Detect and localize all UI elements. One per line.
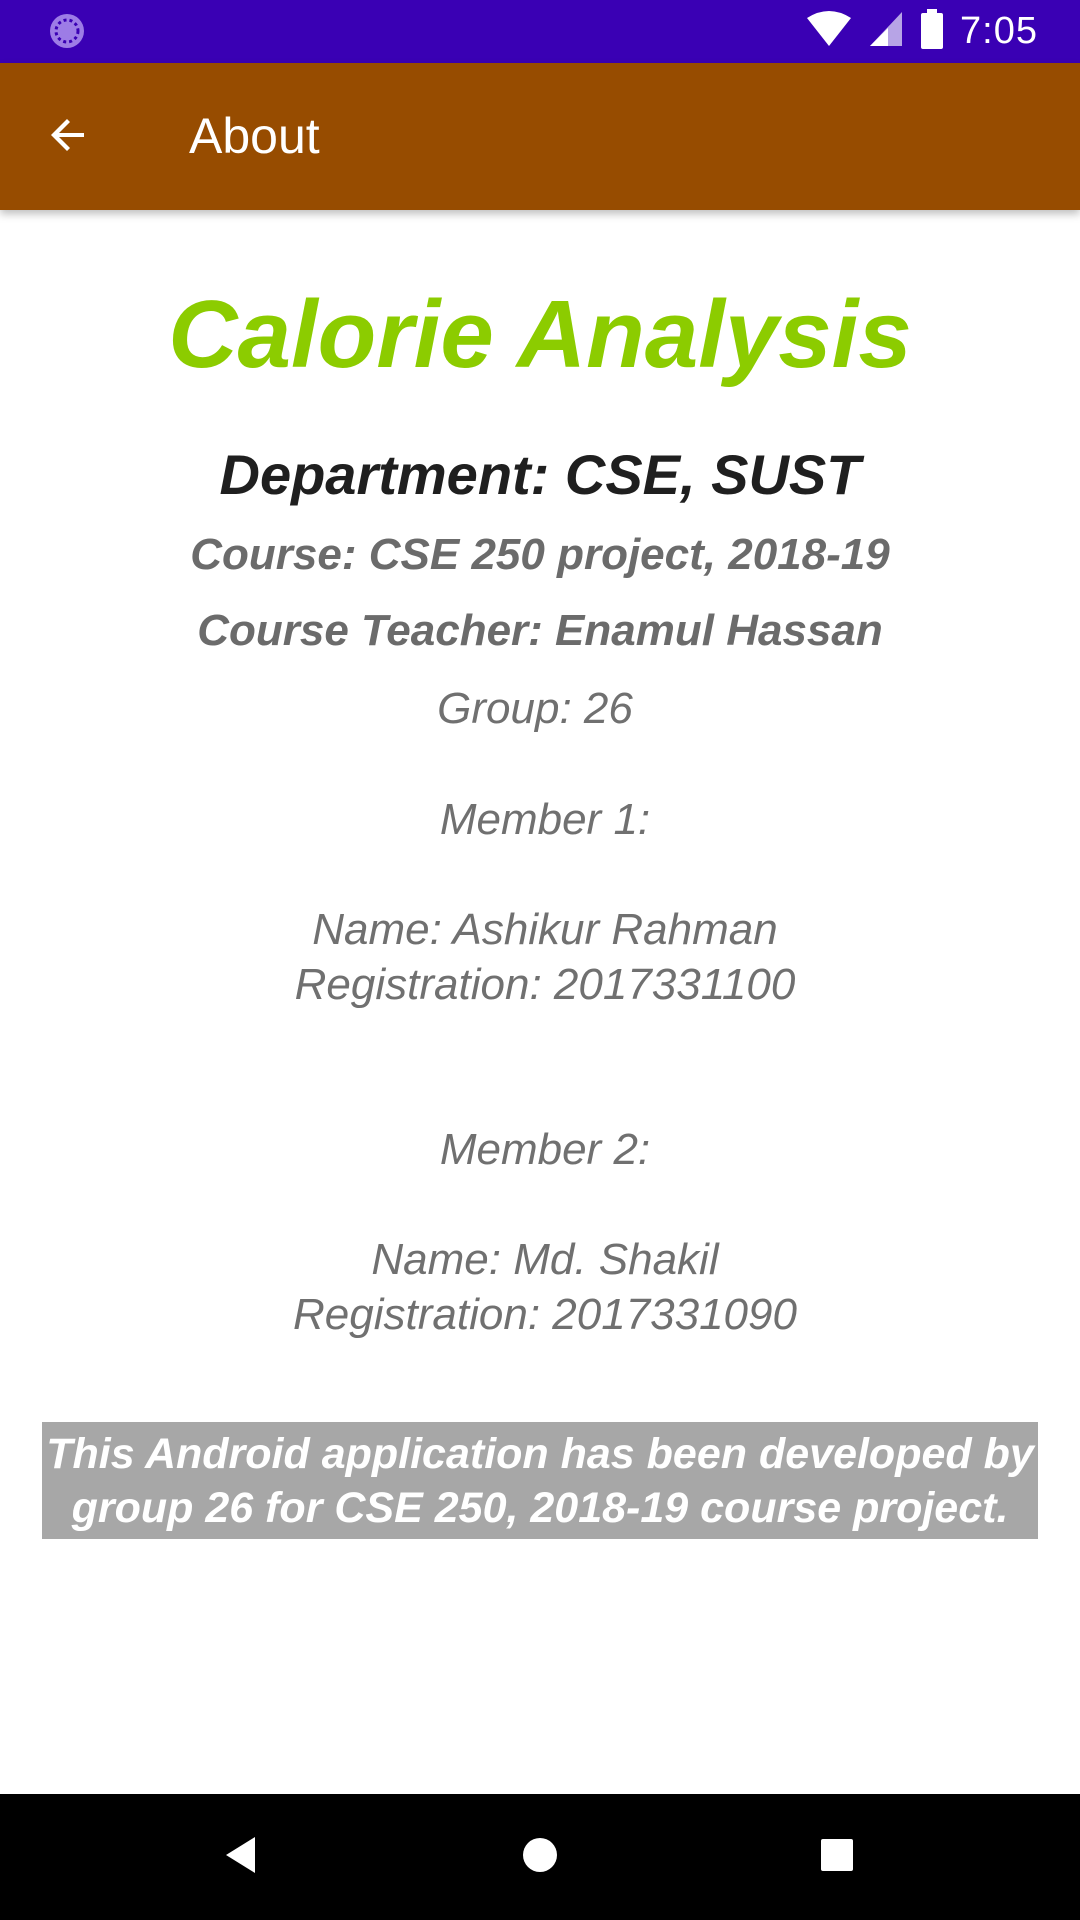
member-2-name: Name: Md. Shakil: [371, 1235, 719, 1284]
project-note: This Android application has been develo…: [42, 1422, 1038, 1539]
about-content: Calorie Analysis Department: CSE, SUST C…: [0, 210, 1080, 1794]
course-text: Course: CSE 250 project, 2018-19: [190, 530, 890, 579]
about-screen: 7:05 About Calorie Analysis Department: …: [0, 0, 1080, 1920]
signal-icon: [868, 10, 904, 53]
project-note-line-2: group 26 for CSE 250, 2018-19 course pro…: [71, 1483, 1009, 1532]
home-circle-icon: [521, 1836, 559, 1879]
status-time: 7:05: [960, 10, 1038, 52]
status-bar: 7:05: [0, 0, 1080, 63]
app-bar: About: [0, 63, 1080, 210]
member-2-registration: Registration: 2017331090: [293, 1290, 797, 1339]
member-1-name: Name: Ashikur Rahman: [312, 905, 778, 954]
page-title: About: [189, 108, 320, 164]
wifi-icon: [806, 10, 852, 53]
nav-home-button[interactable]: [480, 1794, 600, 1920]
project-note-line-1: This Android application has been develo…: [46, 1429, 1034, 1478]
nav-back-button[interactable]: [181, 1794, 301, 1920]
members-list: Member 1: Name: Ashikur Rahman Registrat…: [0, 792, 1080, 1342]
group-text: Group: 26: [437, 684, 633, 733]
member-2-heading: Member 2:: [439, 1125, 651, 1174]
member-1-registration: Registration: 2017331100: [294, 960, 796, 1009]
department-text: Department: CSE, SUST: [219, 443, 861, 506]
member-1-heading: Member 1:: [439, 795, 651, 844]
nav-recents-button[interactable]: [777, 1794, 897, 1920]
teacher-text: Course Teacher: Enamul Hassan: [197, 606, 883, 655]
system-nav-bar: [0, 1794, 1080, 1920]
status-icons: 7:05: [806, 0, 1038, 63]
back-button[interactable]: [36, 105, 100, 169]
arrow-back-icon: [44, 111, 92, 164]
app-name-heading: Calorie Analysis: [168, 281, 912, 388]
recents-square-icon: [819, 1837, 855, 1878]
loading-spinner-icon: [48, 12, 86, 50]
back-triangle-icon: [223, 1835, 259, 1880]
battery-icon: [920, 9, 944, 54]
